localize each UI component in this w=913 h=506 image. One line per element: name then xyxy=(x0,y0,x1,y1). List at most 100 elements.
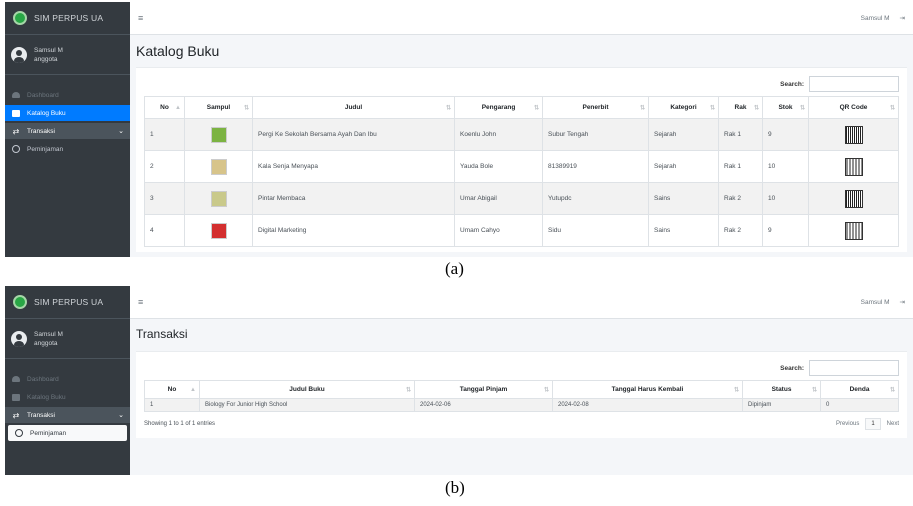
dashboard-icon xyxy=(11,92,21,98)
sidebar-item-peminjaman[interactable]: Peminjaman xyxy=(5,141,130,157)
sort-icon: ⇅ xyxy=(709,105,715,111)
sidebar-item-katalog-buku[interactable]: Katalog Buku xyxy=(5,389,130,405)
column-header-judul[interactable]: Judul ⇅ xyxy=(252,96,455,119)
sort-asc-icon: ▲ xyxy=(190,386,196,393)
hamburger-menu-icon[interactable]: ≡ xyxy=(138,297,143,307)
sidebar-item-label: Peminjaman xyxy=(30,429,67,437)
topbar: ≡ Samsul M ⇥ xyxy=(130,2,913,35)
hamburger-menu-icon[interactable]: ≡ xyxy=(138,13,143,23)
cell-qr xyxy=(808,214,899,247)
circle-icon xyxy=(14,429,24,437)
panel-a-katalog: SIM PERPUS UA Samsul M anggota Dashboard… xyxy=(5,2,913,257)
page-title: Katalog Buku xyxy=(136,43,220,59)
user-name: Samsul M xyxy=(34,46,63,54)
cell-no: 2 xyxy=(144,150,185,183)
sidebar-item-dashboard[interactable]: Dashboard xyxy=(5,87,130,103)
topbar-user[interactable]: Samsul M ⇥ xyxy=(860,14,905,23)
user-panel[interactable]: Samsul M anggota xyxy=(5,319,130,359)
column-header-no[interactable]: No ▲ xyxy=(144,380,200,399)
search-row: Search: xyxy=(144,76,899,92)
chevron-down-icon: ⌄ xyxy=(118,128,124,135)
topbar-user[interactable]: Samsul M ⇥ xyxy=(861,298,905,307)
sidebar-item-transaksi[interactable]: ⇄ Transaksi ⌄ xyxy=(5,407,130,423)
pagination-next[interactable]: Next xyxy=(887,421,899,427)
cell-kategori: Sains xyxy=(648,214,719,247)
column-header-no[interactable]: No ▲ xyxy=(144,96,185,119)
pagination: Previous 1 Next xyxy=(836,418,899,430)
column-header-pengarang[interactable]: Pengarang ⇅ xyxy=(454,96,543,119)
cell-sampul xyxy=(184,182,253,215)
cell-penerbit: Yutupdc xyxy=(542,182,649,215)
sort-icon: ⇅ xyxy=(889,105,895,111)
cell-denda: 0 xyxy=(820,398,899,412)
sort-icon: ⇅ xyxy=(445,105,451,111)
cell-sampul xyxy=(184,214,253,247)
column-header-tanggal-pinjam[interactable]: Tanggal Pinjam ⇅ xyxy=(414,380,553,399)
transaction-card: Search: No ▲ Judul Buku ⇅ Tanggal Pinjam ⇅ … xyxy=(136,351,907,438)
sidebar-item-label: Katalog Buku xyxy=(27,109,66,117)
book-icon xyxy=(11,109,21,117)
cell-sampul xyxy=(184,150,253,183)
cell-penerbit: 81389919 xyxy=(542,150,649,183)
cell-tanggal-kembali: 2024-02-08 xyxy=(552,398,743,412)
column-header-stok[interactable]: Stok ⇅ xyxy=(762,96,809,119)
book-cover-image xyxy=(210,222,227,239)
topbar-user-name: Samsul M xyxy=(860,14,890,22)
column-header-kategori[interactable]: Kategori ⇅ xyxy=(648,96,719,119)
search-input[interactable] xyxy=(809,76,899,92)
sidebar: SIM PERPUS UA Samsul M anggota Dashboard… xyxy=(5,286,130,475)
sidebar-item-label: Katalog Buku xyxy=(27,393,66,401)
cell-no: 4 xyxy=(144,214,185,247)
table-row: 1 Pergi Ke Sekolah Bersama Ayah Dan Ibu … xyxy=(144,118,899,151)
sidebar-item-katalog-buku[interactable]: Katalog Buku xyxy=(5,105,130,121)
cell-judul: Pergi Ke Sekolah Bersama Ayah Dan Ibu xyxy=(252,118,455,151)
cell-sampul xyxy=(184,118,253,151)
book-cover-image xyxy=(210,190,227,207)
pagination-previous[interactable]: Previous xyxy=(836,421,859,427)
column-header-status[interactable]: Status ⇅ xyxy=(742,380,821,399)
logout-icon[interactable]: ⇥ xyxy=(900,298,905,306)
brand-text: SIM PERPUS UA xyxy=(34,13,104,23)
sort-icon: ⇅ xyxy=(889,387,895,393)
cell-qr xyxy=(808,118,899,151)
user-role: anggota xyxy=(34,55,58,63)
column-header-sampul[interactable]: Sampul ⇅ xyxy=(184,96,253,119)
sidebar-item-dashboard[interactable]: Dashboard xyxy=(5,371,130,387)
sidebar-item-transaksi[interactable]: ⇄ Transaksi ⌄ xyxy=(5,123,130,139)
sidebar-item-peminjaman[interactable]: Peminjaman xyxy=(8,425,127,441)
search-label: Search: xyxy=(780,80,804,88)
sidebar-nav: Dashboard Katalog Buku ⇄ Transaksi ⌄ Pem… xyxy=(5,75,130,157)
column-header-rak[interactable]: Rak ⇅ xyxy=(718,96,763,119)
column-header-qr-code[interactable]: QR Code ⇅ xyxy=(808,96,899,119)
topbar: ≡ Samsul M ⇥ xyxy=(130,286,913,319)
column-header-penerbit[interactable]: Penerbit ⇅ xyxy=(542,96,649,119)
transaction-table: No ▲ Judul Buku ⇅ Tanggal Pinjam ⇅ Tanggal … xyxy=(144,380,899,412)
cell-pengarang: Koenlu John xyxy=(454,118,543,151)
user-panel[interactable]: Samsul M anggota xyxy=(5,35,130,75)
brand-logo-icon xyxy=(13,295,27,309)
cell-qr xyxy=(808,150,899,183)
cell-pengarang: Umam Cahyo xyxy=(454,214,543,247)
user-name: Samsul M xyxy=(34,330,63,338)
qr-code-image xyxy=(844,157,863,176)
search-input[interactable] xyxy=(809,360,899,376)
pagination-page-1[interactable]: 1 xyxy=(865,418,881,430)
main-content: ≡ Samsul M ⇥ Katalog Buku Search: No ▲ Sa… xyxy=(130,2,913,257)
exchange-icon: ⇄ xyxy=(12,410,20,420)
catalog-table: No ▲ Sampul ⇅ Judul ⇅ Pengarang ⇅ Penerbit ⇅ … xyxy=(144,96,899,247)
table-row: 3 Pintar Membaca Umar Abigail Yutupdc Sa… xyxy=(144,182,899,215)
brand[interactable]: SIM PERPUS UA xyxy=(5,2,130,35)
logout-icon[interactable]: ⇥ xyxy=(900,14,905,22)
cell-stok: 9 xyxy=(762,214,809,247)
book-icon xyxy=(11,393,21,401)
column-header-tanggal-harus-kembali[interactable]: Tanggal Harus Kembali ⇅ xyxy=(552,380,743,399)
circle-icon xyxy=(11,145,21,153)
main-content: ≡ Samsul M ⇥ Transaksi Search: No ▲ Judul… xyxy=(130,286,913,475)
brand[interactable]: SIM PERPUS UA xyxy=(5,286,130,319)
column-header-denda[interactable]: Denda ⇅ xyxy=(820,380,899,399)
table-footer: Showing 1 to 1 of 1 entries Previous 1 N… xyxy=(144,418,899,430)
book-cover-image xyxy=(210,158,227,175)
column-header-judul-buku[interactable]: Judul Buku ⇅ xyxy=(199,380,415,399)
cell-judul: Digital Marketing xyxy=(252,214,455,247)
sidebar: SIM PERPUS UA Samsul M anggota Dashboard… xyxy=(5,2,130,257)
